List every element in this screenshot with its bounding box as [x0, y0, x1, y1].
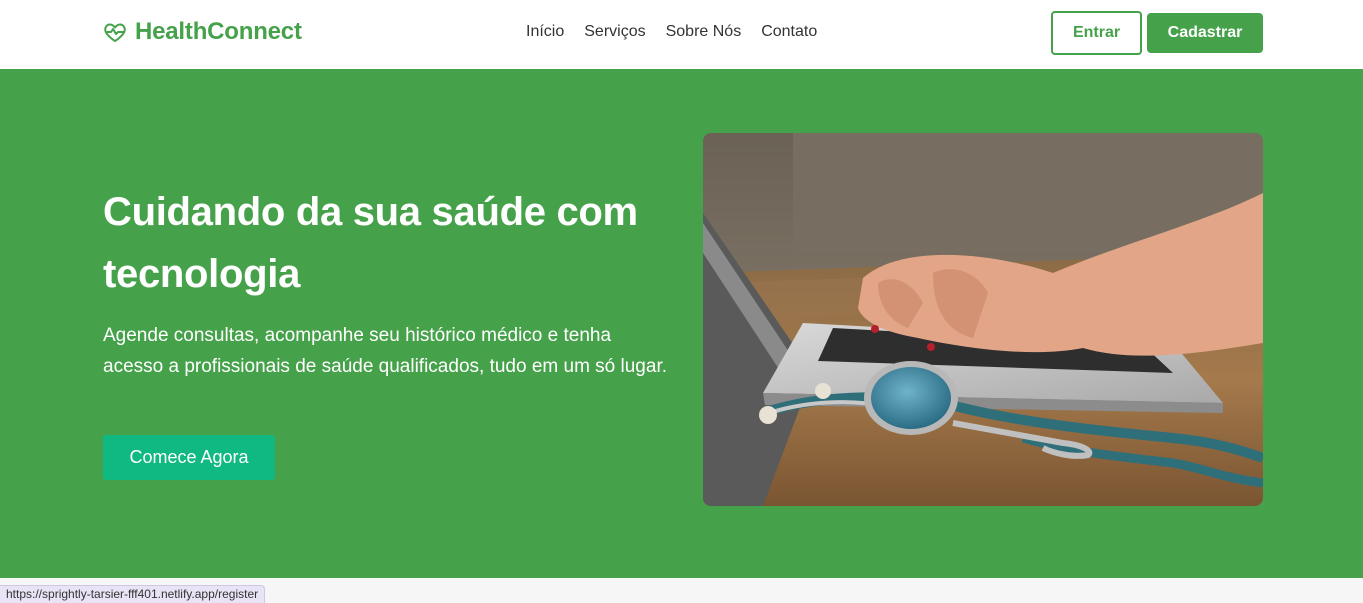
brand-name: HealthConnect — [135, 18, 302, 45]
brand-logo[interactable]: HealthConnect — [103, 18, 302, 46]
get-started-button[interactable]: Comece Agora — [103, 435, 275, 480]
nav-item-contato[interactable]: Contato — [761, 23, 817, 41]
login-button[interactable]: Entrar — [1051, 11, 1142, 55]
hero-image — [703, 133, 1263, 506]
hero-title: Cuidando da sua saúde com tecnologia — [103, 190, 638, 296]
register-button[interactable]: Cadastrar — [1147, 13, 1263, 53]
site-header: HealthConnect Início Serviços Sobre Nós … — [0, 0, 1363, 69]
heart-pulse-icon — [104, 23, 126, 42]
hero-section: Cuidando da sua saúde com tecnologia Age… — [0, 69, 1363, 578]
laptop-stethoscope-illustration — [703, 133, 1263, 506]
nav-item-inicio[interactable]: Início — [526, 23, 564, 41]
nav-item-servicos[interactable]: Serviços — [584, 23, 645, 41]
nav-item-sobre-nos[interactable]: Sobre Nós — [666, 23, 742, 41]
hero-subtitle: Agende consultas, acompanhe seu históric… — [103, 325, 667, 377]
main-nav: Início Serviços Sobre Nós Contato — [526, 23, 817, 41]
status-url-tooltip: https://sprightly-tarsier-fff401.netlify… — [0, 585, 266, 603]
